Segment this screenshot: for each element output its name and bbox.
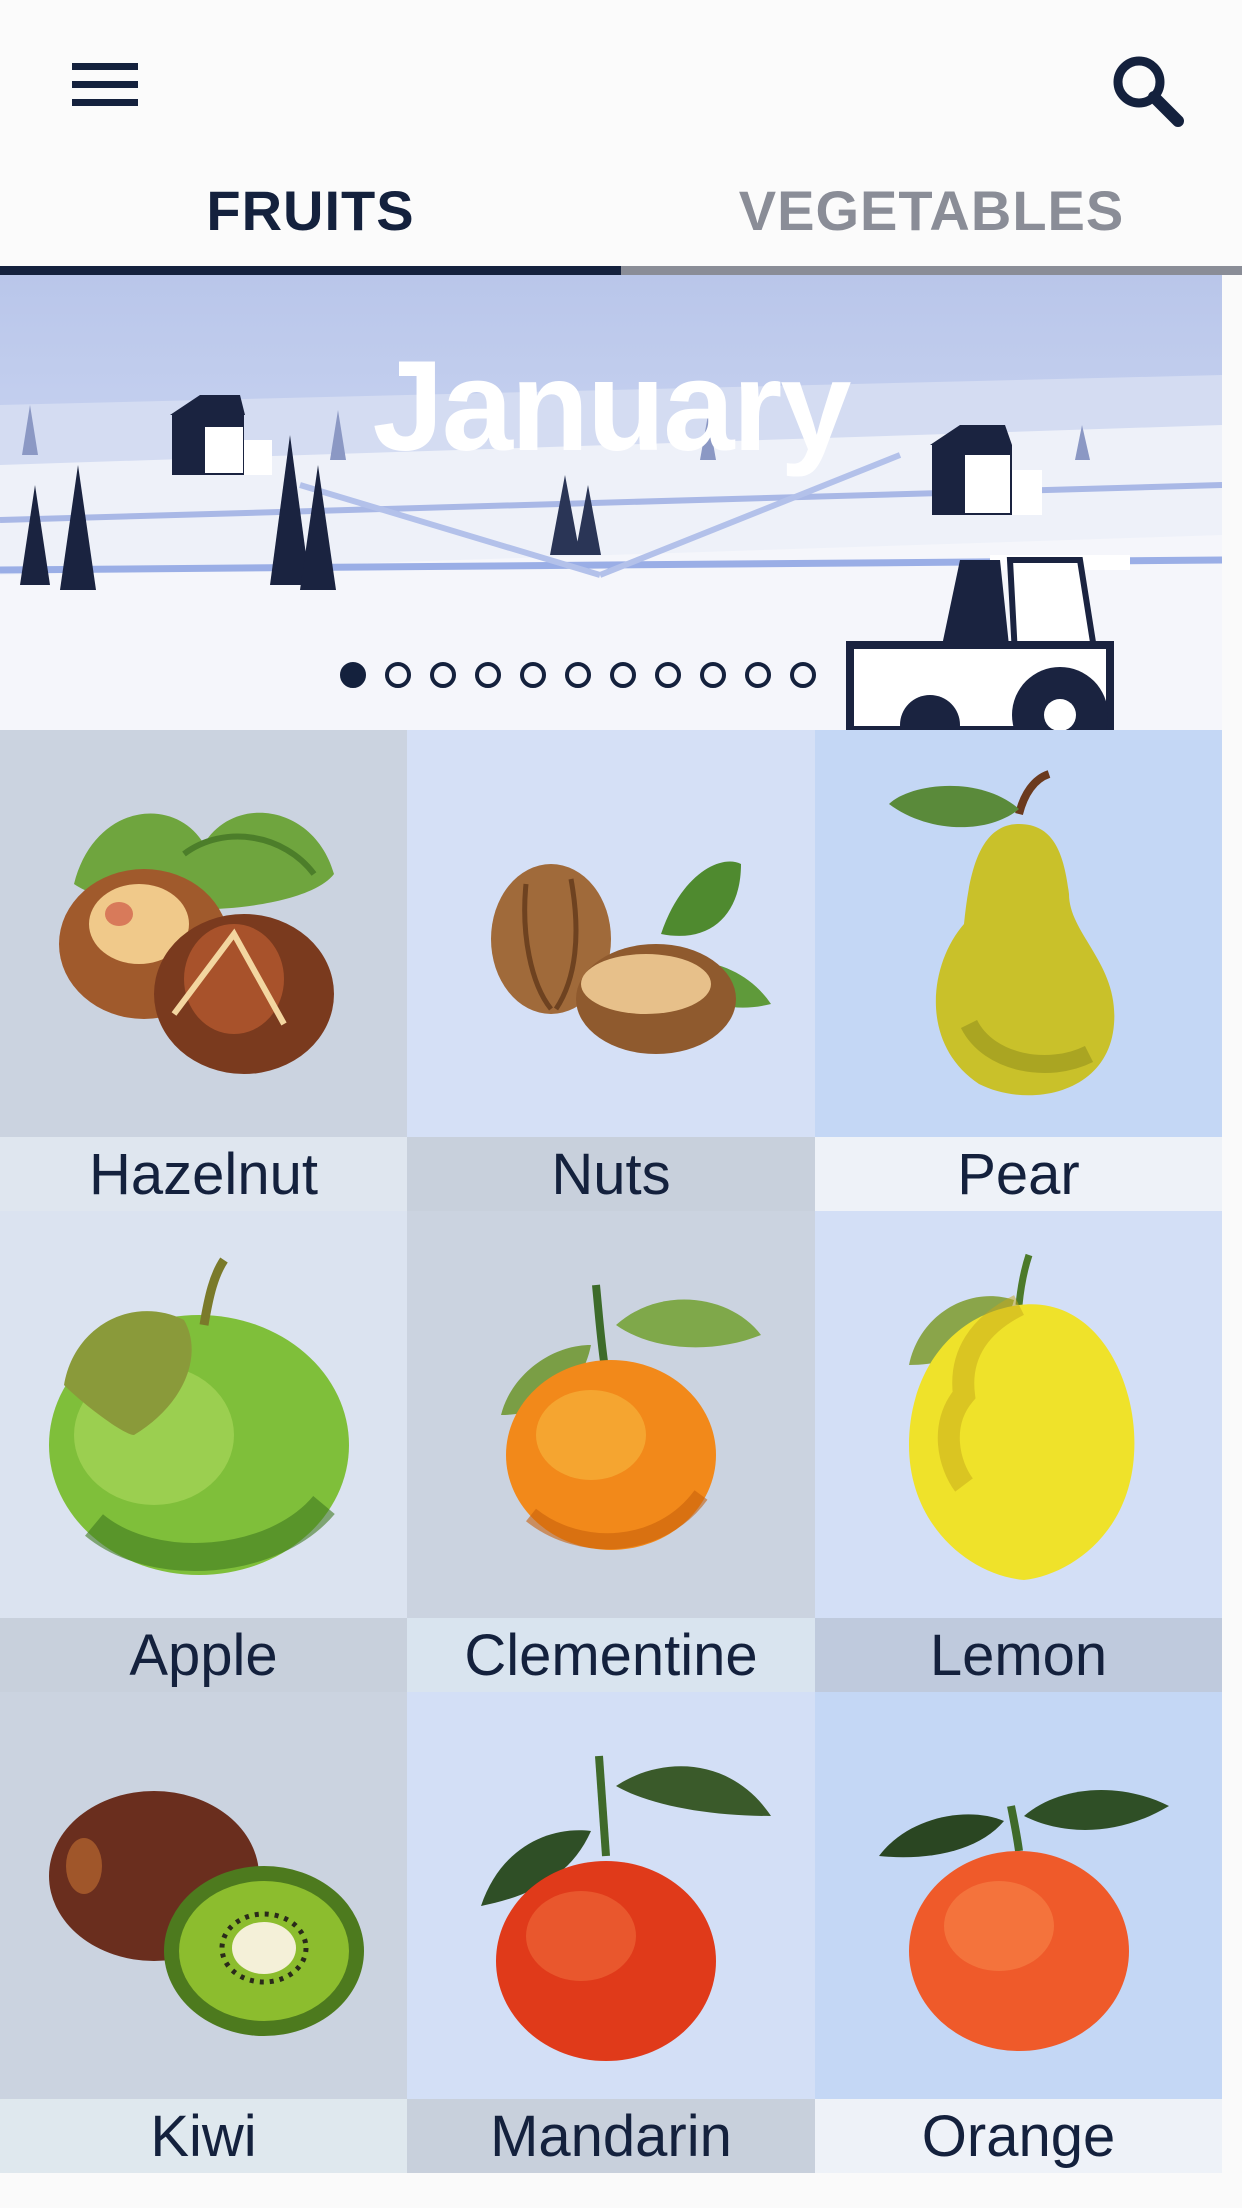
- produce-card-mandarin[interactable]: Mandarin: [407, 1692, 815, 2173]
- produce-card-art: [815, 1211, 1222, 1618]
- produce-card-art: [0, 1692, 407, 2099]
- orange-icon: [878, 1789, 1169, 2051]
- produce-card-label: Hazelnut: [0, 1137, 407, 1211]
- clementine-icon: [501, 1284, 761, 1550]
- pagination-dot[interactable]: [475, 662, 501, 688]
- pagination-dot[interactable]: [520, 662, 546, 688]
- produce-card-lemon[interactable]: Lemon: [815, 1211, 1222, 1692]
- mandarin-icon: [481, 1755, 771, 2061]
- pear-icon: [888, 769, 1114, 1095]
- produce-card-clementine[interactable]: Clementine: [407, 1211, 815, 1692]
- tab-fruits-label: FRUITS: [206, 179, 415, 242]
- produce-card-label: Pear: [815, 1137, 1222, 1211]
- tab-fruits[interactable]: FRUITS: [0, 160, 621, 275]
- pagination-dot[interactable]: [385, 662, 411, 688]
- banner-month-title: January: [372, 335, 852, 478]
- hamburger-menu-icon: [72, 63, 138, 106]
- produce-card-art: [407, 730, 815, 1137]
- produce-card-label: Mandarin: [407, 2099, 815, 2173]
- pagination-dot[interactable]: [430, 662, 456, 688]
- produce-card-art: [815, 1692, 1222, 2099]
- tab-vegetables-label: VEGETABLES: [738, 179, 1125, 242]
- pagination-dot[interactable]: [340, 662, 366, 688]
- produce-card-label: Clementine: [407, 1618, 815, 1692]
- lemon-icon: [908, 1253, 1134, 1580]
- produce-card-apple[interactable]: Apple: [0, 1211, 407, 1692]
- pagination-dot[interactable]: [565, 662, 591, 688]
- tab-fruits-indicator: [0, 266, 621, 275]
- produce-card-art: [407, 1692, 815, 2099]
- pagination-dot[interactable]: [610, 662, 636, 688]
- nuts-icon: [491, 861, 771, 1054]
- app-bar: [0, 0, 1242, 160]
- scroll-gutter: [1222, 275, 1242, 2208]
- tab-vegetables[interactable]: VEGETABLES: [621, 160, 1242, 275]
- produce-card-label: Apple: [0, 1618, 407, 1692]
- pagination-dot[interactable]: [790, 662, 816, 688]
- produce-card-label: Kiwi: [0, 2099, 407, 2173]
- produce-card-hazelnut[interactable]: Hazelnut: [0, 730, 407, 1211]
- produce-card-label: Nuts: [407, 1137, 815, 1211]
- produce-card-art: [0, 1211, 407, 1618]
- produce-card-orange[interactable]: Orange: [815, 1692, 1222, 2173]
- pagination-dot[interactable]: [745, 662, 771, 688]
- apple-icon: [48, 1257, 349, 1575]
- produce-card-kiwi[interactable]: Kiwi: [0, 1692, 407, 2173]
- menu-button[interactable]: [50, 40, 160, 130]
- banner-pagination: [340, 662, 816, 688]
- produce-card-art: [0, 730, 407, 1137]
- produce-card-label: Orange: [815, 2099, 1222, 2173]
- category-tabs: FRUITS VEGETABLES: [0, 160, 1242, 275]
- search-button[interactable]: [1092, 40, 1202, 140]
- pagination-dot[interactable]: [655, 662, 681, 688]
- kiwi-icon: [48, 1790, 364, 2036]
- produce-grid: Hazelnut Nuts Pear Apple Clementine Lemo…: [0, 730, 1222, 2173]
- produce-card-art: [815, 730, 1222, 1137]
- produce-card-nuts[interactable]: Nuts: [407, 730, 815, 1211]
- tab-vegetables-indicator: [621, 266, 1242, 275]
- produce-card-label: Lemon: [815, 1618, 1222, 1692]
- pagination-dot[interactable]: [700, 662, 726, 688]
- search-icon: [1113, 56, 1184, 127]
- produce-card-art: [407, 1211, 815, 1618]
- produce-card-pear[interactable]: Pear: [815, 730, 1222, 1211]
- hazelnut-icon: [58, 812, 334, 1074]
